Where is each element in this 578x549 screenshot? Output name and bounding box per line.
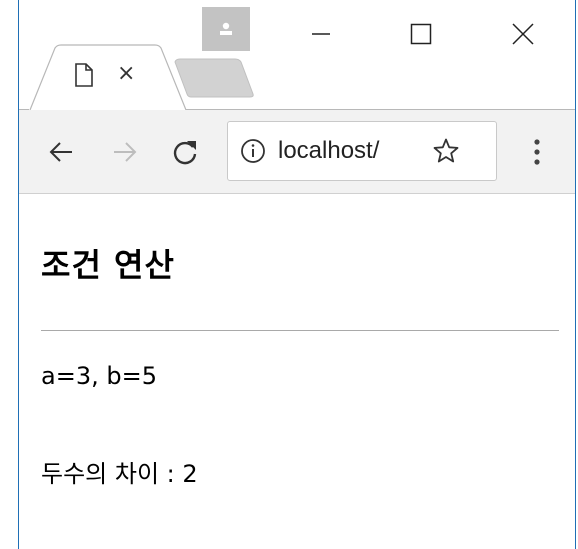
browser-window: × localhost/ 조건 연산 a=3, b=5 두수의 차이: 2: [18, 0, 576, 549]
result-text: 두수의 차이 : 2: [41, 460, 198, 488]
url-text[interactable]: localhost/: [278, 137, 424, 165]
info-icon[interactable]: [240, 138, 266, 164]
browser-toolbar: localhost/: [19, 110, 575, 194]
user-icon: [220, 22, 232, 35]
page-icon: [75, 63, 93, 87]
back-arrow-icon: [49, 142, 72, 162]
tab-shape: [29, 44, 187, 111]
more-vert-icon: [534, 139, 540, 165]
maximize-icon: [410, 23, 432, 45]
star-icon[interactable]: [432, 137, 460, 165]
maximize-button[interactable]: [391, 12, 451, 56]
browser-tab-active[interactable]: ×: [29, 44, 187, 111]
back-button[interactable]: [43, 134, 79, 170]
minimize-button[interactable]: [291, 12, 351, 56]
horizontal-rule: [41, 330, 559, 331]
title-bar: ×: [19, 0, 575, 111]
new-tab-button[interactable]: [173, 58, 255, 98]
tab-close-button[interactable]: ×: [117, 59, 135, 89]
address-bar[interactable]: localhost/: [227, 121, 497, 181]
forward-arrow-icon: [114, 142, 137, 162]
new-tab-shape: [174, 58, 254, 98]
forward-button[interactable]: [107, 134, 143, 170]
page-title: 조건 연산: [41, 246, 175, 284]
browser-menu-button[interactable]: [519, 132, 555, 172]
close-window-button[interactable]: [493, 12, 553, 56]
reload-icon: [173, 141, 197, 165]
close-icon: [512, 23, 534, 45]
values-text: a=3, b=5: [41, 362, 157, 390]
minimize-icon: [312, 33, 330, 35]
page-content: 조건 연산 a=3, b=5 두수의 차이 : 2: [19, 194, 575, 549]
profile-button[interactable]: [202, 7, 250, 51]
reload-button[interactable]: [167, 134, 203, 170]
